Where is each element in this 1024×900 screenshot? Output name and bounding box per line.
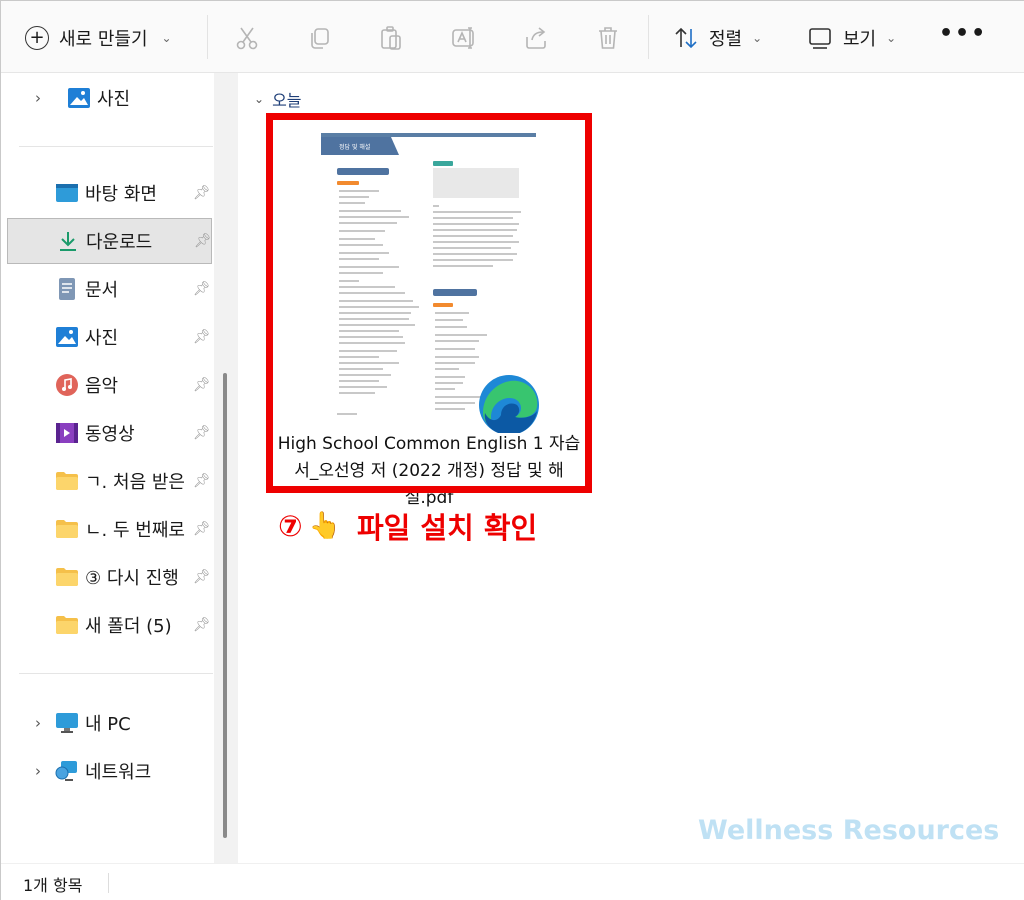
pin-icon[interactable]: 📌︎ [193, 569, 211, 585]
pin-icon[interactable]: 📌︎ [193, 425, 211, 441]
sidebar-item-music[interactable]: 음악 📌︎ [7, 362, 212, 408]
network-icon [55, 759, 79, 783]
rename-icon [452, 27, 474, 49]
sidebar-item-label: 내 PC [85, 714, 131, 735]
chevron-down-icon: ⌄ [161, 31, 172, 45]
rename-button[interactable] [449, 23, 479, 53]
sidebar-item-label: 사진 [85, 328, 119, 349]
share-icon [526, 27, 546, 49]
chevron-down-icon: ⌄ [886, 31, 897, 45]
sidebar-item-label: 바탕 화면 [85, 184, 157, 205]
sidebar-item-folder[interactable]: ㄱ. 처음 받은 📌︎ [7, 458, 212, 504]
delete-button[interactable] [593, 23, 623, 53]
pc-icon [55, 711, 79, 735]
annotation-text: 파일 설치 확인 [356, 511, 538, 545]
video-icon [55, 421, 79, 445]
sidebar-item-folder[interactable]: ㄴ. 두 번째로 📌︎ [7, 506, 212, 552]
sidebar-item-downloads[interactable]: 다운로드 📌︎ [7, 218, 212, 264]
pin-icon[interactable]: 📌︎ [193, 377, 211, 393]
sidebar-scrollbar-thumb[interactable] [223, 373, 227, 838]
pin-icon[interactable]: 📌︎ [193, 281, 211, 297]
folder-icon [55, 469, 79, 493]
sidebar-item-pictures-top[interactable]: › 사진 [7, 75, 212, 121]
pin-icon[interactable]: 📌︎ [193, 473, 211, 489]
copy-button[interactable] [304, 23, 334, 53]
red-highlight-box [266, 113, 592, 493]
sidebar-divider [19, 673, 213, 674]
pin-icon[interactable]: 📌︎ [193, 329, 211, 345]
trash-icon [599, 27, 617, 49]
clipboard-icon [381, 26, 401, 50]
file-list-area: ⌄ 오늘 정답 및 해설 High School Common English … [238, 73, 1024, 863]
step-annotation: ⑦ 👆 파일 설치 확인 [278, 505, 537, 547]
copy-icon [311, 28, 329, 49]
chevron-down-icon: ⌄ [752, 31, 763, 45]
chevron-right-icon[interactable]: › [35, 89, 41, 107]
sidebar-item-this-pc[interactable]: › 내 PC [7, 700, 212, 746]
sidebar-item-folder[interactable]: 새 폴더 (5) 📌︎ [7, 602, 212, 648]
group-header-label: 오늘 [272, 91, 302, 110]
plus-icon: + [25, 26, 49, 50]
group-header-today[interactable]: ⌄ 오늘 [254, 87, 302, 111]
pin-icon[interactable]: 📌︎ [193, 521, 211, 537]
sidebar-item-label: ㄱ. 처음 받은 [85, 472, 185, 493]
download-icon [56, 229, 80, 253]
sidebar-item-label: ③ 다시 진행 [85, 568, 179, 589]
scissors-icon [236, 27, 258, 50]
sidebar-item-pictures[interactable]: 사진 📌︎ [7, 314, 212, 360]
chevron-right-icon[interactable]: › [35, 762, 41, 780]
file-item-pdf[interactable]: 정답 및 해설 High School Common English 1 자습 … [266, 113, 592, 508]
document-icon [55, 277, 79, 301]
sidebar-divider [19, 146, 213, 147]
sidebar-item-label: 동영상 [85, 424, 135, 445]
sidebar-item-label: 새 폴더 (5) [85, 616, 172, 637]
chevron-down-icon: ⌄ [254, 92, 265, 106]
view-icon [809, 28, 831, 49]
folder-icon [55, 613, 79, 637]
sidebar-item-network[interactable]: › 네트워크 [7, 748, 212, 794]
new-button-label: 새로 만들기 [59, 29, 148, 50]
pin-icon[interactable]: 📌︎ [194, 233, 212, 249]
sidebar-item-label: 다운로드 [86, 232, 153, 253]
toolbar-divider [648, 15, 649, 59]
image-icon [55, 325, 79, 349]
file-explorer-window: + 새로 만들기 ⌄ 정렬 ⌄ 보기 ⌄ ••• › 사진 바탕 화면 📌︎ 다… [0, 0, 1024, 900]
view-button[interactable]: 보기 ⌄ [807, 23, 896, 53]
sidebar-item-label: 문서 [85, 280, 119, 301]
sidebar-item-label: 음악 [85, 376, 119, 397]
folder-icon [55, 517, 79, 541]
chevron-right-icon[interactable]: › [35, 714, 41, 732]
pin-icon[interactable]: 📌︎ [193, 617, 211, 633]
sidebar-item-folder[interactable]: ③ 다시 진행 📌︎ [7, 554, 212, 600]
command-bar: + 새로 만들기 ⌄ 정렬 ⌄ 보기 ⌄ ••• [1, 1, 1024, 73]
sort-button[interactable]: 정렬 ⌄ [673, 23, 762, 53]
status-bar: 1개 항목 [1, 863, 1024, 900]
toolbar-divider [207, 15, 208, 59]
status-divider [108, 873, 109, 893]
view-label: 보기 [843, 29, 877, 50]
folder-icon [55, 565, 79, 589]
sidebar-item-desktop[interactable]: 바탕 화면 📌︎ [7, 170, 212, 216]
step-number: ⑦ [278, 509, 303, 543]
more-options-button[interactable]: ••• [939, 21, 987, 46]
watermark: Wellness Resources [698, 815, 1000, 846]
cut-button[interactable] [232, 23, 262, 53]
pointing-hand-icon: 👆 [308, 511, 341, 541]
image-icon [67, 86, 91, 110]
sort-icon [675, 27, 697, 49]
music-icon [55, 373, 79, 397]
item-count: 1개 항목 [23, 876, 83, 895]
new-button[interactable]: + 새로 만들기 ⌄ [25, 23, 172, 53]
share-button[interactable] [521, 23, 551, 53]
navigation-pane: › 사진 바탕 화면 📌︎ 다운로드 📌︎ 문서 📌︎ 사진 📌︎ 음악 📌︎ … [1, 73, 238, 863]
paste-button[interactable] [376, 23, 406, 53]
desktop-icon [55, 181, 79, 205]
sidebar-item-label: 네트워크 [85, 762, 152, 783]
sidebar-item-videos[interactable]: 동영상 📌︎ [7, 410, 212, 456]
pin-icon[interactable]: 📌︎ [193, 185, 211, 201]
sidebar-item-label: ㄴ. 두 번째로 [85, 520, 185, 541]
sidebar-item-documents[interactable]: 문서 📌︎ [7, 266, 212, 312]
sort-label: 정렬 [709, 29, 743, 50]
sidebar-item-label: 사진 [97, 89, 131, 110]
